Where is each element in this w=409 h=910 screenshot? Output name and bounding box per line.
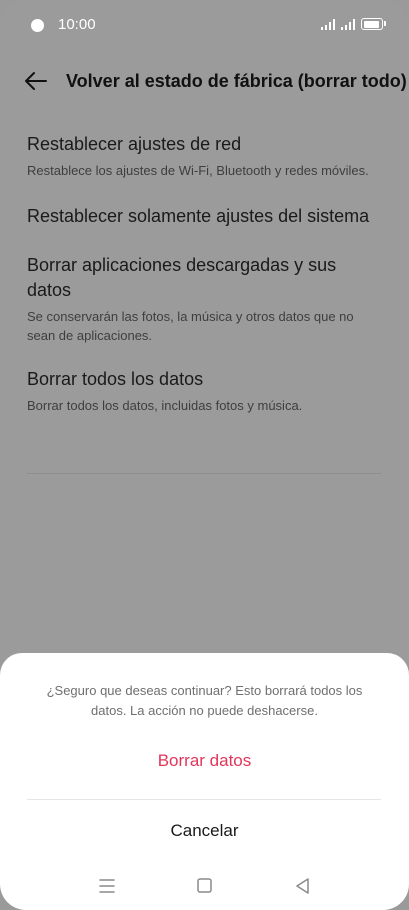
option-title: Borrar todos los datos [27,369,204,389]
status-time: 10:00 [58,16,96,33]
signal-1-icon [321,18,335,30]
options-list: Restablecer ajustes de red Restablece lo… [27,128,381,419]
notification-dot-icon [31,19,44,32]
home-button[interactable] [193,874,217,898]
status-icons [321,18,386,30]
header: Volver al estado de fábrica (borrar todo… [0,60,409,102]
option-reset-system-settings[interactable]: Restablecer solamente ajustes del sistem… [27,200,381,233]
option-title: Restablecer solamente ajustes del sistem… [27,206,370,226]
dialog-message: ¿Seguro que deseas continuar? Esto borra… [46,683,363,718]
erase-data-button[interactable]: Borrar datos [30,746,379,776]
option-description: Borrar todos los datos, incluidas fotos … [27,398,303,413]
option-erase-apps[interactable]: Borrar aplicaciones descargadas y sus da… [27,249,381,349]
option-title: Borrar aplicaciones descargadas y sus da… [27,255,337,300]
back-triangle-icon [296,878,309,894]
signal-2-icon [341,18,355,30]
option-erase-all-data[interactable]: Borrar todos los datos Borrar todos los … [27,363,381,419]
option-reset-network[interactable]: Restablecer ajustes de red Restablece lo… [27,128,381,184]
screen: 10:00 Volver al estado de fábrica (borra… [0,0,409,910]
option-title: Restablecer ajustes de red [27,134,242,154]
navigation-bar [0,868,409,904]
page-title: Volver al estado de fábrica (borrar todo… [66,71,407,91]
battery-icon [361,18,386,30]
back-button[interactable] [22,68,50,94]
home-square-icon [197,878,212,893]
recents-button[interactable] [95,874,119,898]
option-description: Se conservarán las fotos, la música y ot… [27,309,354,343]
arrow-left-icon [25,72,47,90]
list-divider [27,473,381,474]
dialog-divider [27,799,381,800]
cancel-button[interactable]: Cancelar [30,816,379,846]
nav-back-button[interactable] [291,874,315,898]
option-description: Restablece los ajustes de Wi-Fi, Bluetoo… [27,163,369,178]
menu-icon [99,879,115,893]
status-bar: 10:00 [0,0,409,52]
